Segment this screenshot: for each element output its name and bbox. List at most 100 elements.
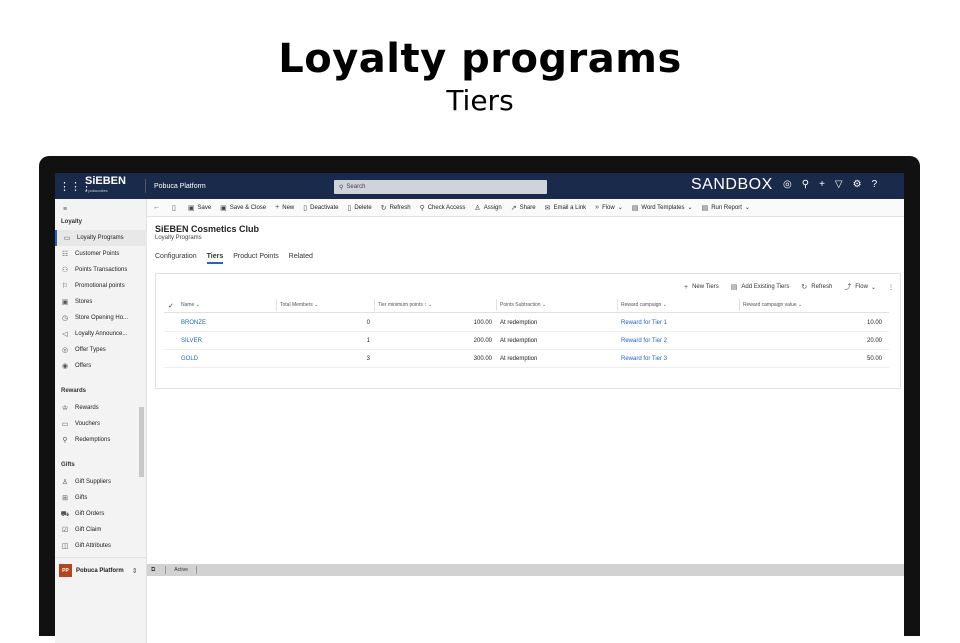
- sidebar-item-store-opening-hours[interactable]: ◷ Store Opening Ho...: [55, 310, 147, 326]
- record-set-button[interactable]: ▯: [172, 204, 179, 212]
- area-switcher[interactable]: PP Pobuca Platform ⇕: [55, 557, 147, 583]
- new-button[interactable]: + New: [275, 204, 294, 211]
- plus-icon: +: [275, 204, 280, 211]
- more-options-icon[interactable]: ⋮: [888, 282, 894, 292]
- column-header-reward-campaign[interactable]: Reward campaign ⌄: [621, 302, 667, 308]
- gear-icon[interactable]: ⚙: [853, 179, 862, 190]
- status-divider: [195, 566, 197, 574]
- tab-tiers[interactable]: Tiers: [206, 253, 224, 264]
- transactions-icon: ⚇: [61, 267, 69, 274]
- delete-button[interactable]: ▯ Delete: [347, 204, 371, 212]
- assign-button[interactable]: ♙ Assign: [474, 204, 501, 212]
- add-existing-tiers-button[interactable]: ▤ Add Existing Tiers: [731, 282, 790, 292]
- tab-related[interactable]: Related: [289, 253, 313, 264]
- flow-icon: ⤴: [844, 284, 852, 291]
- sidebar-item-gifts[interactable]: ⊞ Gifts: [55, 490, 147, 506]
- share-button[interactable]: ↗ Share: [511, 204, 536, 212]
- sidebar-scrollbar[interactable]: [139, 407, 144, 477]
- sidebar-item-rewards[interactable]: ♔ Rewards: [55, 400, 147, 416]
- app-name: Pobuca Platform: [154, 182, 206, 190]
- lightbulb-icon[interactable]: ⚲: [802, 179, 809, 190]
- flow-button[interactable]: » Flow ⌄: [595, 204, 623, 211]
- sidebar-item-promotional-points[interactable]: ⚐ Promotional points: [55, 278, 147, 294]
- status-divider: [165, 566, 167, 574]
- refresh-icon: ↻: [380, 204, 387, 212]
- hamburger-menu[interactable]: ≡: [55, 201, 147, 217]
- subgrid-refresh-button[interactable]: ↻ Refresh: [801, 282, 832, 292]
- sidebar-item-gift-attributes[interactable]: ◫ Gift Attributes: [55, 538, 147, 554]
- column-divider[interactable]: [374, 299, 375, 311]
- tab-configuration[interactable]: Configuration: [155, 253, 197, 264]
- email-link-button[interactable]: ✉ Email a Link: [545, 204, 587, 212]
- filter-icon[interactable]: ▽: [835, 179, 843, 190]
- tier-name-link[interactable]: SILVER: [181, 338, 202, 344]
- claim-icon: ☑: [61, 527, 69, 534]
- reward-value: 20.00: [866, 338, 882, 344]
- sidebar-item-gift-orders[interactable]: ⛟ Gift Orders: [55, 506, 147, 522]
- sidebar-item-offers[interactable]: ◉ Offers: [55, 358, 147, 374]
- column-divider[interactable]: [617, 299, 618, 311]
- help-icon[interactable]: ?: [872, 179, 878, 190]
- table-row[interactable]: SILVER 1 200.00 At redemption Reward for…: [164, 332, 889, 350]
- new-tiers-button[interactable]: + New Tiers: [684, 282, 719, 292]
- save-button[interactable]: ▣ Save: [188, 204, 211, 212]
- word-templates-button[interactable]: ▤ Word Templates ⌄: [632, 204, 693, 212]
- deactivate-icon: ▯: [303, 204, 308, 212]
- column-header-reward-campaign-value[interactable]: Reward campaign value ⌄: [743, 302, 802, 308]
- hamburger-icon: ≡: [62, 205, 68, 213]
- tiers-subgrid: + New Tiers ▤ Add Existing Tiers ↻ Refresh …: [155, 273, 901, 389]
- offers-icon: ◉: [61, 363, 69, 370]
- document-icon: ▯: [172, 204, 176, 212]
- sidebar-section-gifts: Gifts: [61, 462, 75, 468]
- task-flow-icon[interactable]: ◎: [783, 179, 792, 190]
- table-row[interactable]: BRONZE 0 100.00 At redemption Reward for…: [164, 314, 889, 332]
- reward-campaign-link[interactable]: Reward for Tier 2: [621, 338, 667, 344]
- word-icon: ▤: [631, 204, 639, 212]
- plus-icon[interactable]: +: [819, 179, 825, 190]
- sidebar-item-offer-types[interactable]: ◎ Offer Types: [55, 342, 147, 358]
- sidebar-item-vouchers[interactable]: ▭ Vouchers: [55, 416, 147, 432]
- open-window-icon[interactable]: ⧉: [151, 567, 155, 574]
- save-close-button[interactable]: ▣ Save & Close: [220, 204, 266, 212]
- column-divider[interactable]: [739, 299, 740, 311]
- save-close-icon: ▣: [220, 204, 227, 212]
- reward-campaign-link[interactable]: Reward for Tier 3: [621, 356, 667, 362]
- run-report-button[interactable]: ▤ Run Report ⌄: [702, 204, 750, 212]
- back-button[interactable]: ←: [153, 204, 163, 211]
- column-header-tier-minimum-points[interactable]: Tier minimum points ↑ ⌄: [378, 302, 432, 308]
- column-divider[interactable]: [496, 299, 497, 311]
- refresh-button[interactable]: ↻ Refresh: [381, 204, 411, 212]
- deactivate-button[interactable]: ▯ Deactivate: [303, 204, 338, 212]
- sidebar-section-loyalty: Loyalty: [61, 219, 83, 225]
- sidebar-item-customer-points[interactable]: ☷ Customer Points: [55, 246, 147, 262]
- app-launcher-icon[interactable]: ⋮⋮⋮: [59, 180, 92, 193]
- sidebar-item-gift-claim[interactable]: ☑ Gift Claim: [55, 522, 147, 538]
- select-all-checkbox[interactable]: ✓: [168, 302, 174, 310]
- status-bar: ⧉ Active: [147, 564, 904, 576]
- sidebar-item-redemptions[interactable]: ⚲ Redemptions: [55, 432, 147, 448]
- voucher-icon: ▭: [61, 421, 69, 428]
- sidebar-item-stores[interactable]: ▣ Stores: [55, 294, 147, 310]
- subgrid-flow-button[interactable]: ⤴ Flow ⌄: [844, 282, 876, 292]
- sidebar-item-points-transactions[interactable]: ⚇ Points Transactions: [55, 262, 147, 278]
- column-divider[interactable]: [276, 299, 277, 311]
- reward-campaign-link[interactable]: Reward for Tier 1: [621, 320, 667, 326]
- table-row[interactable]: GOLD 3 300.00 At redemption Reward for T…: [164, 350, 889, 368]
- sidebar-item-loyalty-programs[interactable]: ▭ Loyalty Programs: [55, 230, 147, 246]
- brand-divider: [145, 179, 146, 193]
- column-header-points-subtraction[interactable]: Points Subtraction ⌄: [500, 302, 546, 308]
- check-access-button[interactable]: ⚲ Check Access: [420, 204, 466, 212]
- sidebar-item-loyalty-announcements[interactable]: ◁ Loyalty Announce...: [55, 326, 147, 342]
- grid-header-row: ✓ Name ⌄ Total Members ⌄ Tier minimum po…: [164, 297, 889, 313]
- sidebar-item-gift-suppliers[interactable]: ♙ Gift Suppliers: [55, 474, 147, 490]
- record-header: SiEBEN Cosmetics Club Loyalty Programs: [155, 224, 259, 241]
- column-header-total-members[interactable]: Total Members ⌄: [280, 302, 318, 308]
- chevron-down-icon: ⌄: [617, 205, 623, 211]
- tier-name-link[interactable]: BRONZE: [181, 320, 206, 326]
- tier-name-link[interactable]: GOLD: [181, 356, 198, 362]
- global-search-input[interactable]: ⚲ Search: [334, 180, 547, 194]
- column-header-name[interactable]: Name ⌄: [181, 302, 200, 308]
- total-members-value: 0: [366, 320, 370, 326]
- points-subtraction-value: At redemption: [500, 320, 538, 326]
- tab-product-points[interactable]: Product Points: [233, 253, 279, 264]
